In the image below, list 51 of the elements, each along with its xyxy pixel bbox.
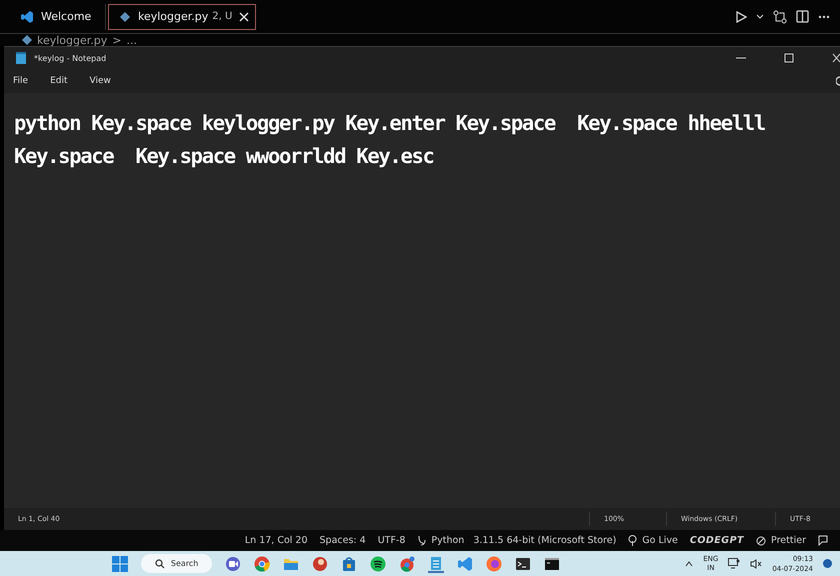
document-text: Key.space Key.space wwoorrldd Key.esc: [14, 143, 435, 170]
vscode-icon[interactable]: [20, 10, 34, 24]
status-item[interactable]: Python: [431, 535, 464, 546]
maximize-icon[interactable]: [784, 53, 794, 63]
extension-label[interactable]: CODEGPT: [690, 535, 744, 546]
search-field[interactable]: Search: [140, 554, 212, 573]
text-area[interactable]: python Key.space keylogger.py Key.enter Key.space Key.space hheelll Key.space Key.space wwoorrldd Key.esc: [4, 93, 840, 508]
network-icon[interactable]: [728, 558, 740, 569]
blocked-icon[interactable]: [756, 536, 766, 546]
breadcrumb-item[interactable]: ...: [126, 34, 137, 46]
status-item[interactable]: UTF-8: [378, 535, 406, 546]
more-icon[interactable]: [818, 14, 830, 18]
python-file-icon[interactable]: [119, 10, 131, 22]
windows-start-icon[interactable]: [112, 556, 128, 572]
browser-app-icon[interactable]: [254, 556, 270, 572]
editor-tab[interactable]: Welcome: [10, 4, 106, 30]
editor-tab[interactable]: keylogger.py 2, U: [108, 4, 256, 30]
window-title: *keylog - Notepad: [34, 54, 106, 62]
vscode-app-icon[interactable]: [457, 556, 474, 572]
console-app-icon[interactable]: [544, 556, 560, 572]
run-icon[interactable]: [735, 10, 747, 22]
notepad-app-icon[interactable]: [428, 554, 444, 572]
status-item[interactable]: Ln 17, Col 20: [244, 535, 308, 546]
split-editor-icon[interactable]: [796, 10, 809, 23]
menu-item[interactable]: File: [13, 76, 28, 86]
status-item[interactable]: Prettier: [771, 535, 806, 546]
browser-app-icon[interactable]: [399, 556, 416, 572]
game-app-icon[interactable]: [312, 556, 328, 572]
status-item[interactable]: 3.11.5 64-bit (Microsoft Store): [473, 535, 616, 546]
menu-item[interactable]: Edit: [50, 76, 68, 86]
menu-item[interactable]: View: [90, 76, 111, 86]
music-app-icon[interactable]: [370, 556, 386, 572]
store-app-icon[interactable]: [341, 556, 358, 572]
document-text: python Key.space keylogger.py Key.enter Key.space Key.space hheelll: [14, 110, 766, 137]
compare-icon[interactable]: [773, 10, 787, 24]
close-icon[interactable]: [239, 12, 250, 22]
notification-dot-icon[interactable]: [823, 559, 832, 568]
firefox-app-icon[interactable]: [486, 556, 502, 572]
status-item[interactable]: Spaces: 4: [320, 535, 366, 546]
status-item[interactable]: Go Live: [642, 535, 678, 546]
volume-muted-icon[interactable]: [750, 558, 762, 568]
problem-count: 2, U: [212, 11, 232, 22]
search-icon[interactable]: [154, 558, 165, 568]
breadcrumb-item[interactable]: keylogger.py: [37, 34, 108, 46]
chevron-down-icon[interactable]: [756, 14, 764, 20]
video-call-app-icon[interactable]: [225, 556, 242, 572]
breadcrumb-item[interactable]: >: [112, 34, 122, 46]
chevron-up-icon[interactable]: [685, 560, 694, 566]
notification-icon[interactable]: [818, 535, 828, 546]
terminal-app-icon[interactable]: [515, 556, 532, 572]
close-icon[interactable]: [832, 53, 840, 63]
